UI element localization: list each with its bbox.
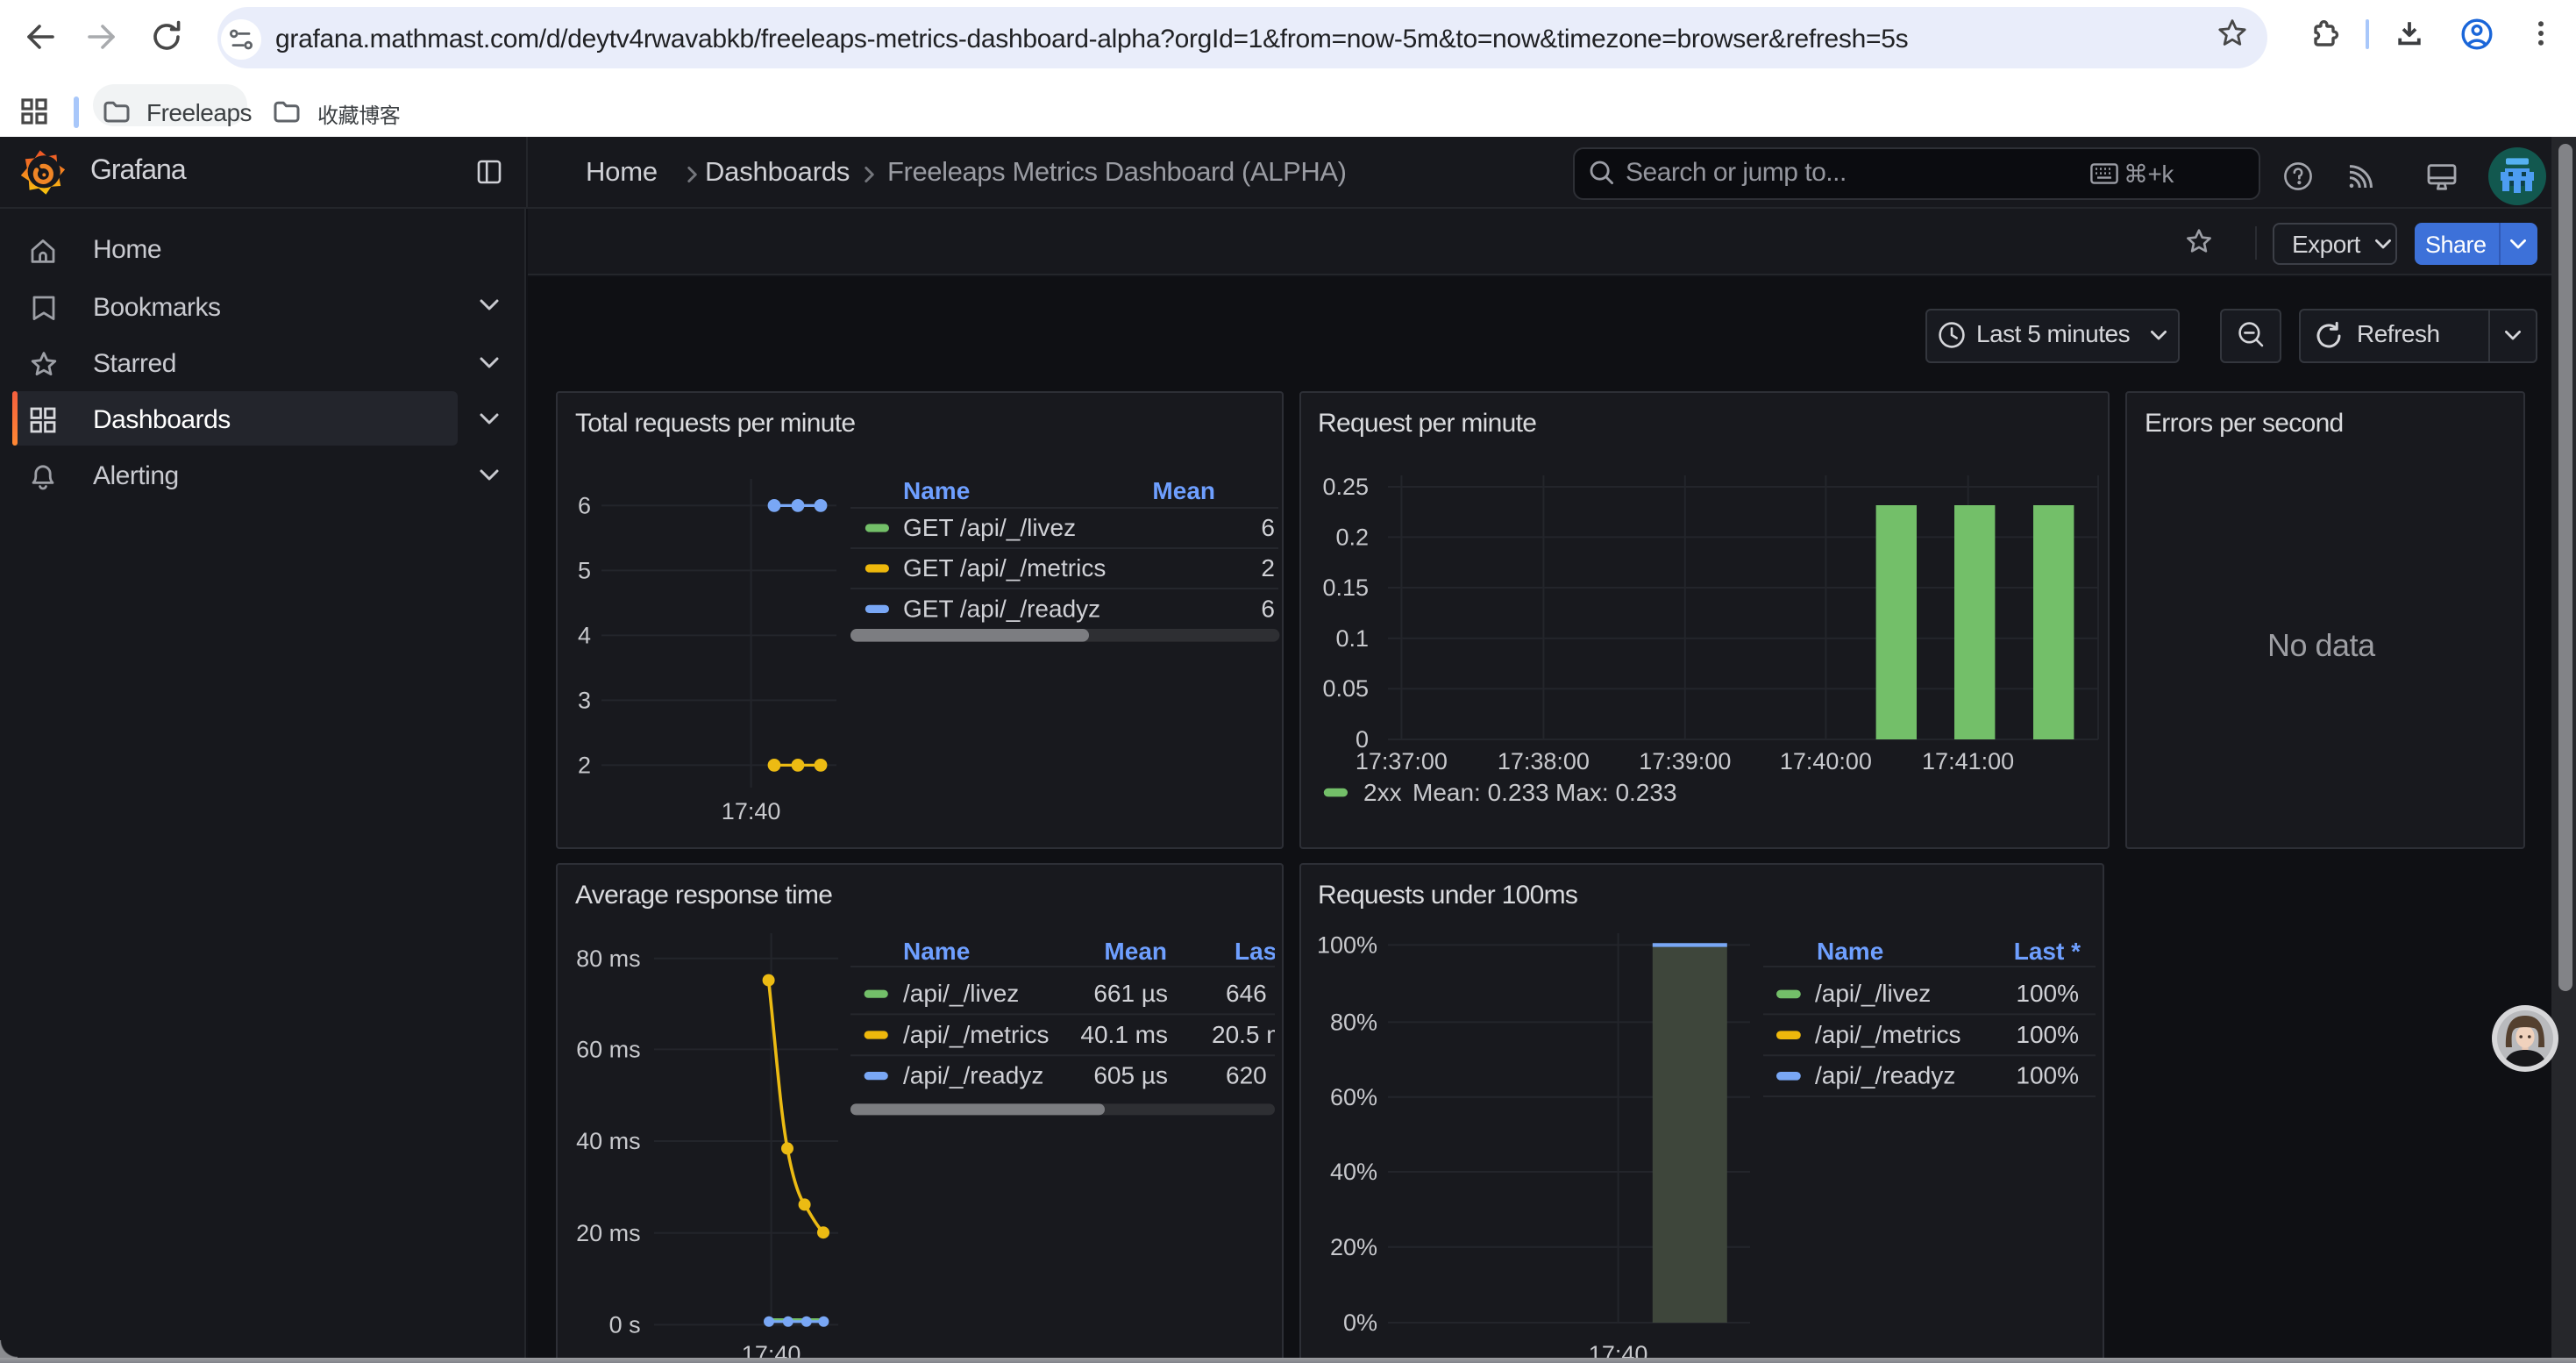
- svg-text:100%: 100%: [1316, 931, 1377, 958]
- svg-text:17:40: 17:40: [1588, 1341, 1647, 1358]
- svg-text:100%: 100%: [2015, 980, 2078, 1007]
- svg-text:2: 2: [578, 752, 591, 778]
- svg-text:/api/_/readyz: /api/_/readyz: [1814, 1062, 1954, 1089]
- svg-text:17:37:00: 17:37:00: [1355, 748, 1447, 774]
- svg-text:5: 5: [578, 557, 591, 583]
- svg-text:80 ms: 80 ms: [576, 946, 641, 972]
- svg-text:Mean: Mean: [1152, 477, 1215, 504]
- svg-text:GET /api/_/livez: GET /api/_/livez: [903, 514, 1076, 541]
- svg-text:17:38:00: 17:38:00: [1497, 748, 1589, 774]
- svg-text:0%: 0%: [1342, 1309, 1377, 1336]
- svg-text:4: 4: [578, 622, 591, 648]
- svg-text:/api/_/metrics: /api/_/metrics: [1814, 1021, 1960, 1048]
- svg-text:Mean: 0.233: Mean: 0.233: [1412, 779, 1548, 806]
- svg-text:100%: 100%: [2015, 1021, 2078, 1048]
- svg-text:/api/_/livez: /api/_/livez: [1814, 980, 1930, 1007]
- svg-text:661 µs: 661 µs: [1093, 980, 1168, 1007]
- svg-text:6: 6: [578, 492, 591, 518]
- svg-text:20.5 ms: 20.5 ms: [1212, 1021, 1284, 1048]
- svg-text:17:41:00: 17:41:00: [1921, 748, 2013, 774]
- svg-text:Name: Name: [1816, 938, 1882, 965]
- svg-text:0.15: 0.15: [1321, 574, 1368, 601]
- svg-text:2xx: 2xx: [1363, 779, 1401, 806]
- svg-text:17:40:00: 17:40:00: [1779, 748, 1871, 774]
- svg-text:/api/_/livez: /api/_/livez: [903, 980, 1019, 1007]
- svg-text:17:40: 17:40: [722, 798, 781, 824]
- svg-text:80%: 80%: [1329, 1009, 1377, 1035]
- svg-text:3: 3: [578, 687, 591, 713]
- svg-text:605 µs: 605 µs: [1093, 1062, 1168, 1089]
- svg-text:Name: Name: [903, 938, 970, 965]
- svg-text:0.05: 0.05: [1321, 675, 1368, 702]
- svg-text:0.1: 0.1: [1334, 625, 1368, 652]
- svg-text:0 s: 0 s: [609, 1311, 641, 1338]
- svg-text:GET /api/_/readyz: GET /api/_/readyz: [903, 595, 1100, 622]
- svg-text:40 ms: 40 ms: [576, 1128, 641, 1154]
- svg-text:40.1 ms: 40.1 ms: [1080, 1021, 1168, 1048]
- svg-text:40%: 40%: [1329, 1159, 1377, 1185]
- svg-text:60%: 60%: [1329, 1084, 1377, 1110]
- svg-text:17:39:00: 17:39:00: [1638, 748, 1730, 774]
- svg-text:60 ms: 60 ms: [576, 1036, 641, 1062]
- svg-text:Last *: Last *: [2013, 938, 2080, 965]
- svg-text:6: 6: [1261, 595, 1275, 622]
- svg-text:17:40: 17:40: [742, 1341, 801, 1358]
- svg-text:6: 6: [1261, 514, 1275, 541]
- svg-text:100%: 100%: [2015, 1062, 2078, 1089]
- svg-text:Mean: Mean: [1104, 938, 1167, 965]
- svg-text:GET /api/_/metrics: GET /api/_/metrics: [903, 554, 1106, 582]
- svg-text:/api/_/readyz: /api/_/readyz: [903, 1062, 1043, 1089]
- svg-text:0.25: 0.25: [1321, 474, 1368, 500]
- svg-text:20%: 20%: [1329, 1234, 1377, 1260]
- svg-text:0.2: 0.2: [1334, 524, 1368, 550]
- svg-text:20 ms: 20 ms: [576, 1220, 641, 1246]
- svg-text:2: 2: [1261, 554, 1275, 582]
- svg-text:Max: 0.233: Max: 0.233: [1555, 779, 1676, 806]
- svg-text:/api/_/metrics: /api/_/metrics: [903, 1021, 1050, 1048]
- svg-text:Name: Name: [903, 477, 970, 504]
